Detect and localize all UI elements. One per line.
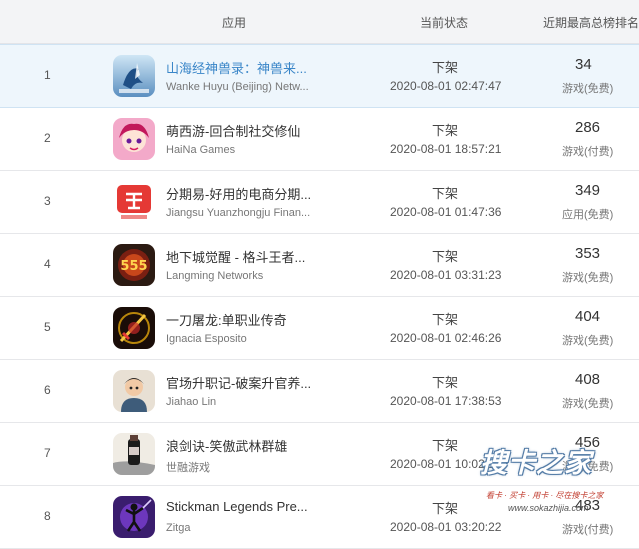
status-label: 下架 [432,501,459,516]
table-row[interactable]: 6 官场升职记-破案升官养... Jiahao Lin 下架 2020-08-0… [0,360,639,423]
app-ranking-table: 应用 当前状态 近期最高总榜排名 1 山海经神兽录：神兽来... Wanke H… [0,0,639,549]
table-row[interactable]: 3 分期易-好用的电商分期... Jiangsu Yuanzhongju Fin… [0,171,639,234]
status-label: 下架 [432,438,459,453]
rank-category: 游戏(付费) [562,146,614,158]
row-rank: 6 [44,383,51,397]
row-rank: 5 [44,320,51,334]
app-name[interactable]: 浪剑诀-笑傲武林群雄 [166,436,287,455]
row-rank: 8 [44,509,51,523]
status-label: 下架 [432,186,459,201]
rank-category: 游戏(免费) [562,335,614,347]
row-rank: 2 [44,131,51,145]
best-rank-value: 286 [575,119,601,136]
status-time: 2020-08-01 03:31:23 [390,268,502,282]
row-rank: 1 [44,68,51,82]
shanhai-icon[interactable] [113,55,155,97]
best-rank-value: 34 [575,56,592,73]
status-time: 2020-08-01 02:47:47 [390,79,502,93]
rank-category: 游戏(免费) [562,461,614,473]
status-label: 下架 [432,123,459,138]
row-rank: 4 [44,257,51,271]
table-row[interactable]: 5 一刀屠龙:单职业传奇 Ignacia Esposito 下架 2020-08… [0,297,639,360]
rank-category: 游戏(付费) [562,524,614,536]
mengxiyou-icon[interactable] [113,118,155,160]
app-developer: Zitga [166,522,191,534]
table-row[interactable]: 7 浪剑诀-笑傲武林群雄 世融游戏 下架 2020-08-01 10:02:19… [0,423,639,486]
status-time: 2020-08-01 10:02:19 [390,457,502,471]
stickman-icon[interactable] [113,496,155,538]
best-rank-value: 353 [575,245,601,262]
table-row[interactable]: 1 山海经神兽录：神兽来... Wanke Huyu (Beijing) Net… [0,44,639,108]
column-header-app[interactable]: 应用 [222,14,246,31]
rank-category: 应用(免费) [562,209,614,221]
status-label: 下架 [432,375,459,390]
fenqiyi-icon[interactable] [113,181,155,223]
app-name[interactable]: 官场升职记-破案升官养... [166,373,311,392]
status-time: 2020-08-01 02:46:26 [390,331,502,345]
app-developer: Ignacia Esposito [166,333,247,345]
table-row[interactable]: 2 萌西游-回合制社交修仙 HaiNa Games 下架 2020-08-01 … [0,108,639,171]
app-name[interactable]: Stickman Legends Pre... [166,499,308,514]
status-label: 下架 [432,312,459,327]
app-developer: Wanke Huyu (Beijing) Netw... [166,81,309,93]
best-rank-value: 408 [575,371,601,388]
app-name[interactable]: 一刀屠龙:单职业传奇 [166,310,287,329]
svg-text:555: 555 [120,259,147,274]
status-time: 2020-08-01 17:38:53 [390,394,502,408]
rank-category: 游戏(免费) [562,272,614,284]
column-header-status[interactable]: 当前状态 [420,14,468,31]
table-row[interactable]: 8 Stickman Legends Pre... Zitga 下架 2020-… [0,486,639,549]
app-developer: Jiahao Lin [166,396,217,408]
status-time: 2020-08-01 03:20:22 [390,520,502,534]
status-time: 2020-08-01 01:47:36 [390,205,502,219]
app-developer: HaiNa Games [166,144,236,156]
langjian-icon[interactable] [113,433,155,475]
table-header: 应用 当前状态 近期最高总榜排名 [0,0,639,44]
row-rank: 7 [44,446,51,460]
status-time: 2020-08-01 18:57:21 [390,142,502,156]
dungeon-icon[interactable]: 555 [113,244,155,286]
best-rank-value: 456 [575,434,601,451]
app-name[interactable]: 分期易-好用的电商分期... [166,184,311,203]
best-rank-value: 349 [575,182,601,199]
app-name[interactable]: 萌西游-回合制社交修仙 [166,121,300,140]
rank-category: 游戏(免费) [562,398,614,410]
app-developer: Jiangsu Yuanzhongju Finan... [166,207,311,219]
row-rank: 3 [44,194,51,208]
app-developer: Langming Networks [166,270,264,282]
status-label: 下架 [432,60,459,75]
column-header-best-rank[interactable]: 近期最高总榜排名 [543,14,639,31]
best-rank-value: 483 [575,497,601,514]
app-name[interactable]: 山海经神兽录：神兽来... [166,58,307,77]
sword-icon[interactable] [113,307,155,349]
best-rank-value: 404 [575,308,601,325]
official-icon[interactable] [113,370,155,412]
table-row[interactable]: 4 555 地下城觉醒 - 格斗王者... Langming Networks … [0,234,639,297]
status-label: 下架 [432,249,459,264]
app-developer: 世融游戏 [166,462,210,474]
app-name[interactable]: 地下城觉醒 - 格斗王者... [166,247,305,266]
rank-category: 游戏(免费) [562,83,614,95]
